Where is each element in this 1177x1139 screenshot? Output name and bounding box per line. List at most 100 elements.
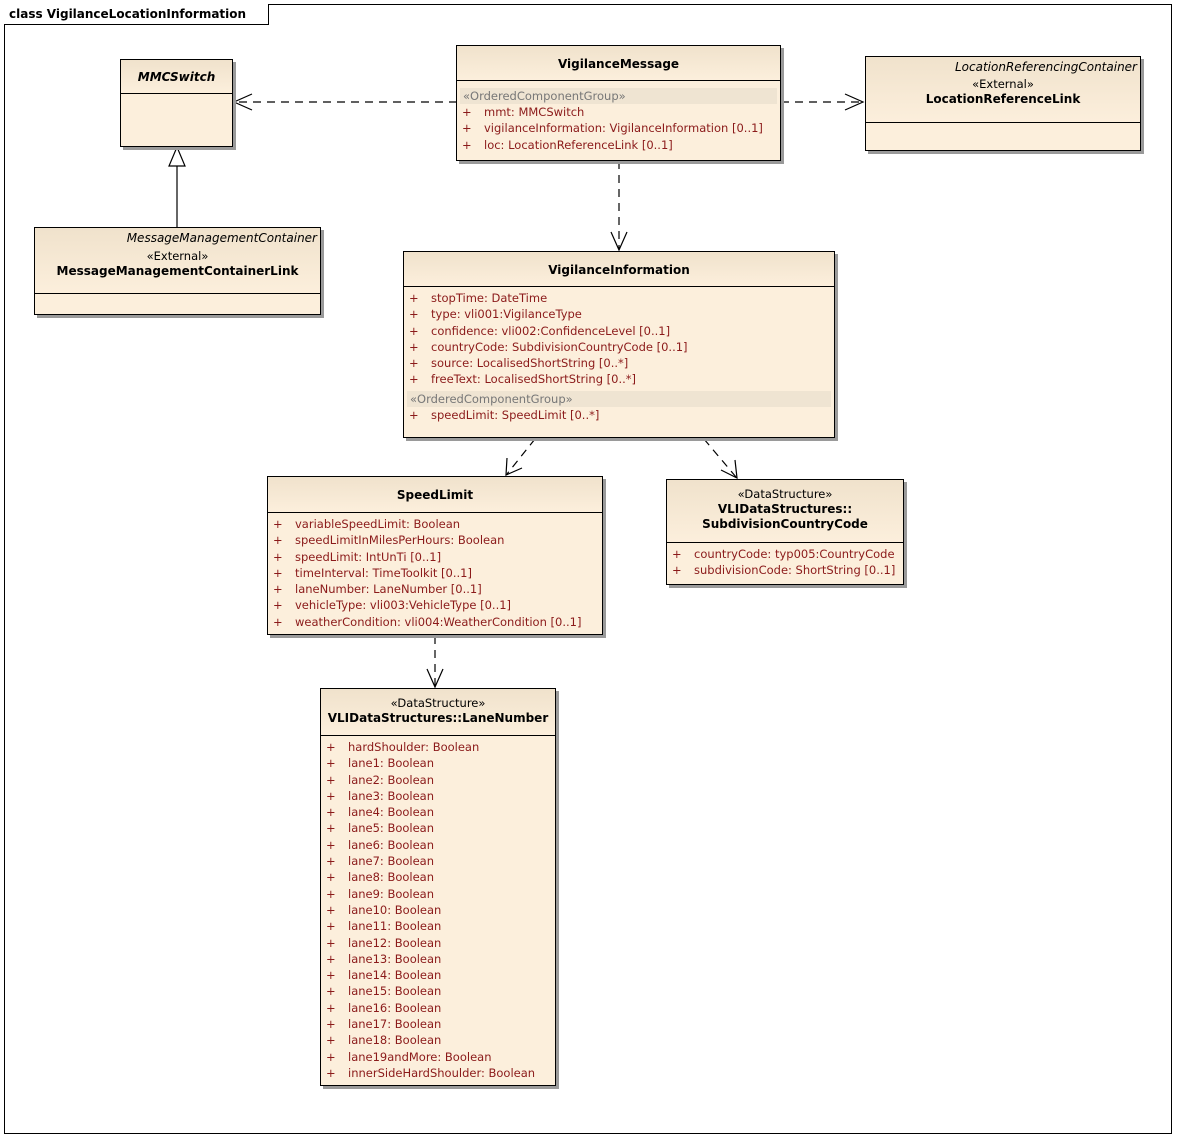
attribute-row: + lane8: Boolean bbox=[321, 869, 555, 885]
visibility-marker: + bbox=[462, 121, 472, 136]
ordered-component-group: «OrderedComponentGroup» bbox=[407, 390, 831, 407]
class-subdivision-country-code[interactable]: «DataStructure» VLIDataStructures:: Subd… bbox=[666, 479, 904, 585]
class-name: MessageManagementContainerLink bbox=[56, 264, 299, 278]
class-mmcswitch[interactable]: MMCSwitch bbox=[120, 59, 233, 147]
attribute-text: speedLimit: IntUnTi [0..1] bbox=[295, 549, 442, 564]
attribute-text: lane3: Boolean bbox=[348, 788, 435, 803]
attribute-text: lane15: Boolean bbox=[348, 984, 442, 999]
attribute-text: speedLimitInMilesPerHours: Boolean bbox=[295, 533, 505, 548]
attribute-row: + confidence: vli002:ConfidenceLevel [0..… bbox=[404, 323, 834, 339]
visibility-marker: + bbox=[326, 1033, 336, 1048]
visibility-marker: + bbox=[672, 547, 682, 561]
class-header: VigilanceMessage bbox=[457, 46, 780, 81]
stereotype: «DataStructure» bbox=[737, 487, 833, 501]
attribute-row: + lane7: Boolean bbox=[321, 853, 555, 869]
class-name-line2: SubdivisionCountryCode bbox=[702, 517, 868, 531]
attribute-row: + lane12: Boolean bbox=[321, 935, 555, 951]
attribute-row: + lane17: Boolean bbox=[321, 1016, 555, 1032]
visibility-marker: + bbox=[409, 339, 419, 354]
class-header: «DataStructure» VLIDataStructures:: Subd… bbox=[667, 480, 903, 543]
attribute-row: + lane15: Boolean bbox=[321, 983, 555, 999]
class-location-reference-link[interactable]: LocationReferencingContainer «External» … bbox=[865, 56, 1141, 151]
visibility-marker: + bbox=[409, 307, 419, 322]
attribute-row: + lane18: Boolean bbox=[321, 1032, 555, 1048]
attribute-row: + subdivisionCode: ShortString [0..1] bbox=[667, 562, 903, 578]
visibility-marker: + bbox=[273, 517, 283, 531]
class-message-management-container-link[interactable]: MessageManagementContainer «External» Me… bbox=[34, 227, 321, 315]
attribute-text: countryCode: typ005:CountryCode bbox=[694, 547, 895, 561]
visibility-marker: + bbox=[326, 968, 336, 983]
ordered-component-group: «OrderedComponentGroup» bbox=[460, 88, 777, 104]
attribute-text: mmt: MMCSwitch bbox=[484, 105, 585, 119]
class-speed-limit[interactable]: SpeedLimit + variableSpeedLimit: Boolean +… bbox=[267, 476, 603, 635]
attribute-row: + countryCode: SubdivisionCountryCode [0.… bbox=[404, 339, 834, 355]
visibility-marker: + bbox=[273, 582, 283, 597]
attribute-row: + lane1: Boolean bbox=[321, 755, 555, 771]
class-name: MMCSwitch bbox=[137, 70, 216, 84]
visibility-marker: + bbox=[462, 137, 472, 152]
visibility-marker: + bbox=[326, 951, 336, 966]
attribute-row: + countryCode: typ005:CountryCode bbox=[667, 546, 903, 562]
class-header: MessageManagementContainer «External» Me… bbox=[35, 228, 320, 294]
visibility-marker: + bbox=[326, 935, 336, 950]
attribute-row: + source: LocalisedShortString [0..*] bbox=[404, 355, 834, 371]
attribute-text: countryCode: SubdivisionCountryCode [0..… bbox=[431, 339, 688, 354]
attribute-text: lane8: Boolean bbox=[348, 870, 435, 885]
visibility-marker: + bbox=[326, 1049, 336, 1064]
class-vigilance-information[interactable]: VigilanceInformation + stopTime: DateTime… bbox=[403, 251, 835, 438]
stereotype: «External» bbox=[972, 77, 1034, 91]
attribute-text: laneNumber: LaneNumber [0..1] bbox=[295, 582, 482, 597]
attribute-text: type: vli001:VigilanceType bbox=[431, 307, 582, 322]
class-vigilance-message[interactable]: VigilanceMessage «OrderedComponentGroup»… bbox=[456, 45, 781, 161]
visibility-marker: + bbox=[273, 549, 283, 564]
attribute-row: + lane6: Boolean bbox=[321, 837, 555, 853]
dependency-info-to-subdivision bbox=[703, 438, 737, 478]
attribute-text: lane13: Boolean bbox=[348, 951, 442, 966]
attribute-text: stopTime: DateTime bbox=[431, 291, 548, 305]
class-header: MMCSwitch bbox=[121, 60, 232, 94]
visibility-marker: + bbox=[326, 837, 336, 852]
class-name: VLIDataStructures::LaneNumber bbox=[327, 711, 549, 725]
attribute-row: + lane14: Boolean bbox=[321, 967, 555, 983]
visibility-marker: + bbox=[273, 565, 283, 580]
attribute-row: + weatherCondition: vli004:WeatherConditi… bbox=[268, 614, 602, 630]
attribute-row: + speedLimit: IntUnTi [0..1] bbox=[268, 549, 602, 565]
attribute-text: loc: LocationReferenceLink [0..1] bbox=[484, 137, 673, 152]
stereotype: «DataStructure» bbox=[390, 696, 486, 710]
attribute-text: subdivisionCode: ShortString [0..1] bbox=[694, 563, 896, 578]
visibility-marker: + bbox=[326, 870, 336, 885]
class-lane-number[interactable]: «DataStructure» VLIDataStructures::LaneN… bbox=[320, 688, 556, 1086]
visibility-marker: + bbox=[273, 614, 283, 629]
class-header: SpeedLimit bbox=[268, 477, 602, 513]
attribute-text: lane11: Boolean bbox=[348, 919, 442, 934]
class-name-line1: VLIDataStructures:: bbox=[717, 502, 853, 516]
attribute-row: + vehicleType: vli003:VehicleType [0..1] bbox=[268, 597, 602, 613]
attribute-row: + vigilanceInformation: VigilanceInformat… bbox=[457, 120, 780, 136]
visibility-marker: + bbox=[326, 772, 336, 787]
visibility-marker: + bbox=[326, 1017, 336, 1032]
attribute-text: freeText: LocalisedShortString [0..*] bbox=[431, 372, 637, 387]
attribute-text: lane5: Boolean bbox=[348, 821, 435, 836]
attribute-text: lane2: Boolean bbox=[348, 772, 435, 787]
attribute-row: + variableSpeedLimit: Boolean bbox=[268, 516, 602, 532]
attribute-text: timeInterval: TimeToolkit [0..1] bbox=[295, 565, 472, 580]
attribute-row: + lane11: Boolean bbox=[321, 918, 555, 934]
visibility-marker: + bbox=[273, 533, 283, 548]
visibility-marker: + bbox=[326, 788, 336, 803]
visibility-marker: + bbox=[326, 1000, 336, 1015]
class-header: VigilanceInformation bbox=[404, 252, 834, 287]
attribute-text: speedLimit: SpeedLimit [0..*] bbox=[431, 407, 600, 422]
attribute-text: confidence: vli002:ConfidenceLevel [0..1… bbox=[431, 323, 671, 338]
visibility-marker: + bbox=[326, 1065, 336, 1080]
visibility-marker: + bbox=[326, 805, 336, 820]
class-name: SpeedLimit bbox=[396, 488, 474, 502]
attribute-row: + lane16: Boolean bbox=[321, 1000, 555, 1016]
visibility-marker: + bbox=[273, 598, 283, 613]
visibility-marker: + bbox=[326, 919, 336, 934]
attribute-row: + lane9: Boolean bbox=[321, 886, 555, 902]
attribute-text: vehicleType: vli003:VehicleType [0..1] bbox=[295, 598, 512, 613]
attribute-row: + lane19andMore: Boolean bbox=[321, 1049, 555, 1065]
attribute-text: lane17: Boolean bbox=[348, 1017, 442, 1032]
attribute-text: lane10: Boolean bbox=[348, 902, 442, 917]
visibility-marker: + bbox=[326, 984, 336, 999]
